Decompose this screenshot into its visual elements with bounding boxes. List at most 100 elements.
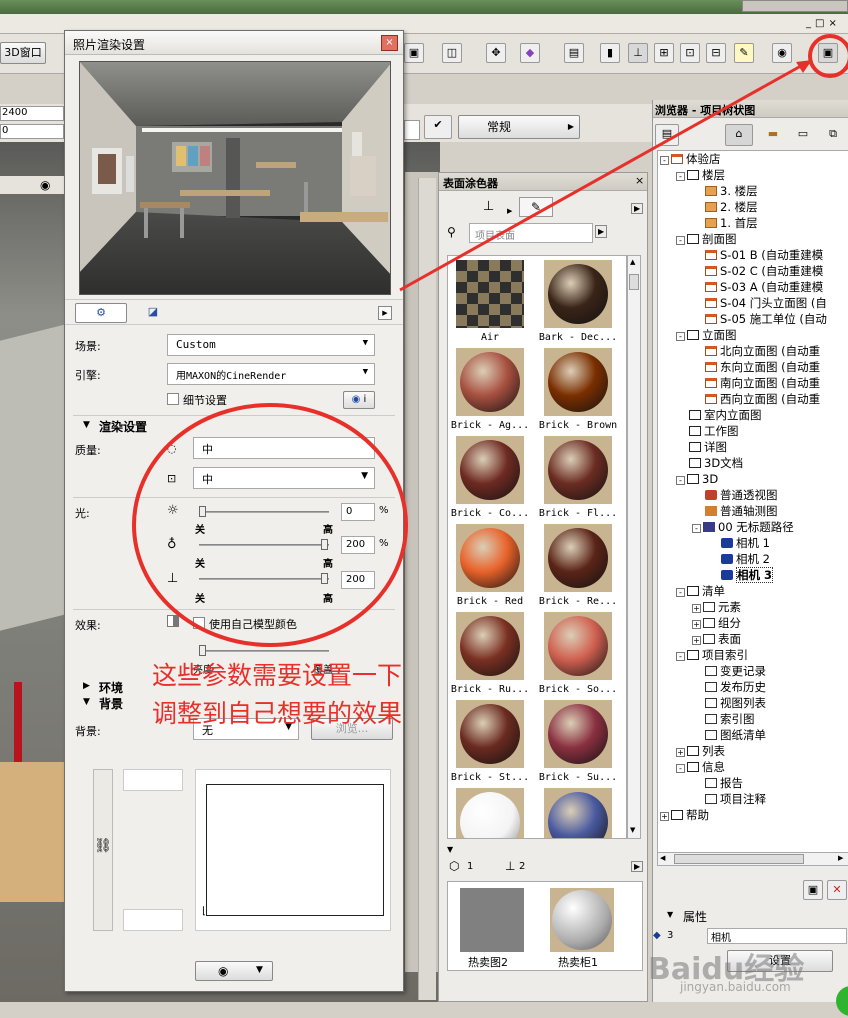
light-value-3[interactable]: 200 <box>341 571 375 589</box>
tree-item[interactable]: + 列表 <box>676 743 725 759</box>
effects-checkbox[interactable] <box>193 617 205 629</box>
tree-item[interactable]: - 00 无标题路径 <box>692 519 794 535</box>
expand-icon[interactable]: + <box>692 620 701 629</box>
tree-item[interactable]: 工作图 <box>676 423 739 439</box>
toolbar-icon-3[interactable]: ✥ <box>486 43 506 63</box>
camera-icon[interactable]: ◉ <box>772 43 792 63</box>
material-swatch[interactable] <box>544 260 612 328</box>
tree-item[interactable]: 相机 2 <box>708 551 770 567</box>
tree-item[interactable]: 室内立面图 <box>676 407 762 423</box>
tree-item[interactable]: S-05 施工单位 (自动 <box>692 311 827 327</box>
brush-dropdown-icon[interactable]: ▶ <box>507 207 512 215</box>
collapse-icon[interactable]: - <box>676 236 685 245</box>
collapse-icon[interactable]: - <box>676 652 685 661</box>
light-slider-1-thumb[interactable] <box>199 506 206 517</box>
width-field[interactable] <box>123 769 183 791</box>
collapse-icon[interactable]: - <box>676 476 685 485</box>
collapse-icon[interactable]: - <box>660 156 669 165</box>
preview-swatch-1[interactable] <box>460 888 524 952</box>
properties-type-field[interactable]: 相机 <box>707 928 847 944</box>
tree-item[interactable]: 南向立面图 (自动重 <box>692 375 820 391</box>
material-swatch[interactable] <box>456 700 524 768</box>
tree-item[interactable]: - 项目索引 <box>676 647 748 663</box>
search-dropdown-icon[interactable]: ▶ <box>595 225 608 238</box>
tree-item[interactable]: 2. 楼层 <box>692 199 758 215</box>
window-3d-button[interactable]: 3D窗口 <box>0 42 46 64</box>
engine-dropdown[interactable]: 用MAXON的CineRender ▼ <box>167 363 375 385</box>
collapse-icon[interactable]: ▼ <box>447 845 453 854</box>
tree-item[interactable]: 视图列表 <box>692 695 766 711</box>
viewport-camera-icon[interactable]: ◉ <box>40 178 50 192</box>
engine-info-button[interactable]: ◉ i <box>343 391 375 409</box>
light-slider-1-track[interactable] <box>199 511 329 513</box>
eyedropper-button[interactable]: ✎ <box>519 197 553 217</box>
material-swatch[interactable] <box>544 788 612 838</box>
tree-item[interactable]: 1. 首层 <box>692 215 758 231</box>
tree-item[interactable]: 西向立面图 (自动重 <box>692 391 820 407</box>
toolbar-icon-4[interactable]: ◆ <box>520 43 540 63</box>
tree-item[interactable]: + 帮助 <box>660 807 709 823</box>
tree-item[interactable]: 项目注释 <box>692 791 766 807</box>
tab-settings[interactable]: ⚙ <box>75 303 127 323</box>
tree-item[interactable]: S-04 门头立面图 (自 <box>692 295 827 311</box>
collapse-icon[interactable]: - <box>692 524 701 533</box>
material-swatch[interactable] <box>544 436 612 504</box>
material-swatch[interactable] <box>456 260 524 328</box>
light-slider-3-thumb[interactable] <box>321 573 328 584</box>
tree-item[interactable]: - 剖面图 <box>676 231 737 247</box>
material-swatch[interactable] <box>456 436 524 504</box>
nav-layout-icon[interactable]: ▭ <box>793 124 813 146</box>
toolbar-icon-1[interactable]: ▣ <box>404 43 424 63</box>
scroll-left-icon[interactable]: ◀ <box>660 854 665 862</box>
tree-item[interactable]: 东向立面图 (自动重 <box>692 359 820 375</box>
light-slider-2-thumb[interactable] <box>321 539 328 550</box>
toolbar-icon-11[interactable]: ✎ <box>734 43 754 63</box>
render-button[interactable]: ◉ ▼ <box>195 961 273 981</box>
quality-dropdown-2[interactable]: 中 ▼ <box>193 467 375 489</box>
brush-icon[interactable]: ⊥ <box>483 199 494 214</box>
coord-x-field[interactable]: 2400 <box>0 106 64 121</box>
nav-project-tree-icon[interactable]: ⌂ <box>725 124 753 146</box>
nav-publisher-icon[interactable]: ⧉ <box>823 124 843 146</box>
hscroll-thumb[interactable] <box>674 854 804 864</box>
scene-dropdown[interactable]: Custom ▼ <box>167 334 375 356</box>
collapse-icon[interactable]: - <box>676 172 685 181</box>
tree-item[interactable]: S-02 C (自动重建模 <box>692 263 823 279</box>
scroll-thumb[interactable] <box>629 274 639 290</box>
tree-hscrollbar[interactable]: ◀ ▶ <box>657 852 848 866</box>
painter-close-icon[interactable]: × <box>635 174 644 187</box>
tree-item[interactable]: + 表面 <box>692 631 741 647</box>
tab-size[interactable]: ◪ <box>139 303 167 323</box>
toolbar-icon-2[interactable]: ◫ <box>442 43 462 63</box>
tree-item[interactable]: 3. 楼层 <box>692 183 758 199</box>
scroll-right-icon[interactable]: ▶ <box>838 854 843 862</box>
expand-icon[interactable]: + <box>692 636 701 645</box>
material-swatch[interactable] <box>456 524 524 592</box>
quality-dropdown-1[interactable]: 中 <box>193 437 375 459</box>
scroll-down-icon[interactable]: ▼ <box>630 826 635 834</box>
material-swatch[interactable] <box>544 612 612 680</box>
nav-view-map-icon[interactable]: ▬ <box>763 124 783 146</box>
preset-dropdown[interactable]: 常规 ▶ <box>458 115 580 139</box>
light-value-1[interactable]: 0 <box>341 503 375 521</box>
tree-item[interactable]: 普通透视图 <box>692 487 778 503</box>
tree-item[interactable]: - 楼层 <box>676 167 725 183</box>
mdi-window-controls[interactable]: _□× <box>806 18 841 29</box>
material-scrollbar[interactable]: ▲ ▼ <box>627 255 641 839</box>
effects-slider-track[interactable] <box>199 650 329 652</box>
tree-item[interactable]: - 信息 <box>676 759 725 775</box>
tree-item[interactable]: + 元素 <box>692 599 741 615</box>
material-swatch[interactable] <box>456 788 524 838</box>
tree-item[interactable]: - 3D <box>676 471 718 487</box>
toolbar-icon-10[interactable]: ⊟ <box>706 43 726 63</box>
dialog-close-button[interactable]: × <box>381 35 398 51</box>
disclosure-open-icon[interactable]: ▼ <box>83 420 90 430</box>
collapse-icon[interactable]: - <box>676 588 685 597</box>
nav-map-icon[interactable]: ▤ <box>655 124 679 146</box>
tree-item[interactable]: 索引图 <box>692 711 755 727</box>
tree-item[interactable]: 图纸清单 <box>692 727 766 743</box>
tree-item[interactable]: - 清单 <box>676 583 725 599</box>
info-field-small[interactable] <box>404 120 420 140</box>
tree-item[interactable]: 报告 <box>692 775 743 791</box>
render-dropdown-icon[interactable]: ▼ <box>256 965 263 975</box>
